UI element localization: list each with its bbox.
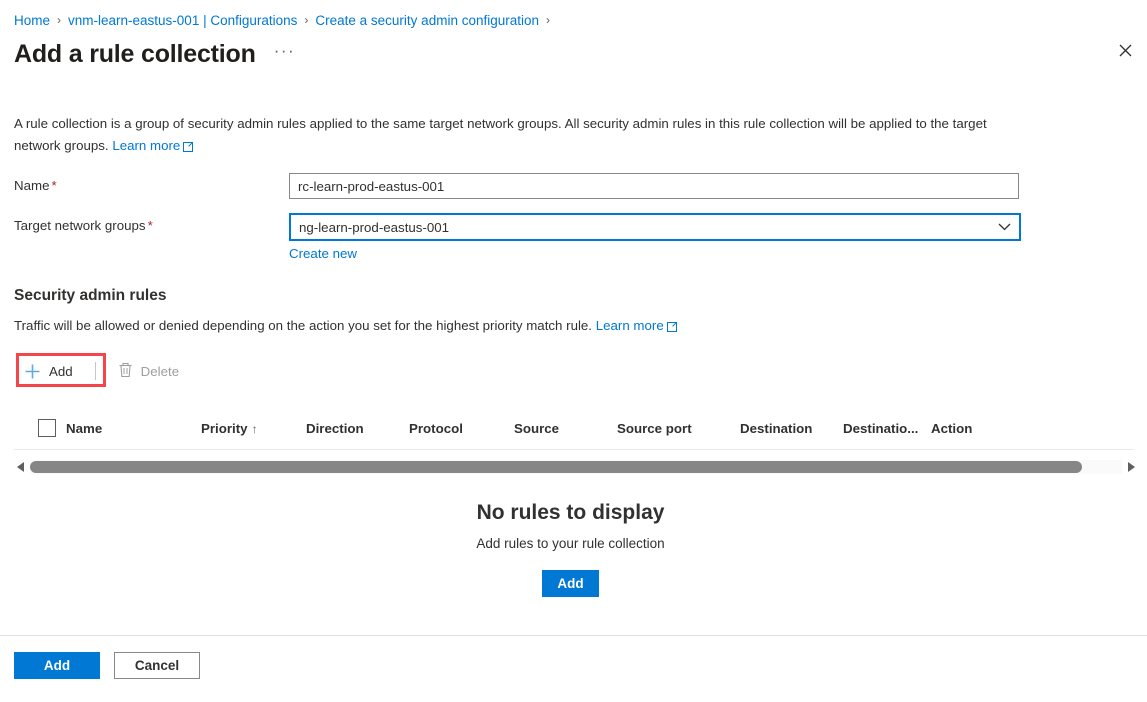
select-all-cell <box>14 419 66 437</box>
empty-state-add-button[interactable]: Add <box>542 570 599 597</box>
breadcrumb-item-configurations[interactable]: vnm-learn-eastus-001 | Configurations <box>68 13 297 28</box>
breadcrumb-item-create-security-admin-configuration[interactable]: Create a security admin configuration <box>315 13 539 28</box>
delete-rule-button-label: Delete <box>140 363 180 379</box>
table-horizontal-scrollbar[interactable] <box>14 459 1138 475</box>
security-admin-rules-description: Traffic will be allowed or denied depend… <box>14 318 1147 335</box>
column-header-destination-port[interactable]: Destinatio... <box>843 421 931 436</box>
footer-add-button[interactable]: Add <box>14 652 100 679</box>
name-label-text: Name <box>14 178 50 193</box>
close-button[interactable] <box>1109 36 1141 68</box>
target-network-groups-label-text: Target network groups <box>14 218 146 233</box>
page-title: Add a rule collection <box>14 40 256 68</box>
target-network-groups-value: ng-learn-prod-eastus-001 <box>299 219 450 235</box>
breadcrumb-separator: › <box>304 13 309 27</box>
required-asterisk: * <box>51 178 57 193</box>
column-header-name[interactable]: Name <box>66 421 201 436</box>
column-header-source[interactable]: Source <box>514 421 617 436</box>
name-label: Name * <box>14 173 289 193</box>
empty-state-title: No rules to display <box>476 501 665 524</box>
page-description: A rule collection is a group of security… <box>14 113 1006 159</box>
form-row-name: Name * <box>14 173 1147 199</box>
scrollbar-track[interactable] <box>30 460 1122 474</box>
column-header-source-port[interactable]: Source port <box>617 421 740 436</box>
external-link-icon <box>183 137 194 159</box>
target-network-groups-label: Target network groups * <box>14 213 289 233</box>
footer-cancel-button[interactable]: Cancel <box>114 652 200 679</box>
column-header-destination[interactable]: Destination <box>740 421 843 436</box>
column-header-priority[interactable]: Priority ↑ <box>201 421 306 436</box>
external-link-icon <box>666 320 678 335</box>
column-header-action[interactable]: Action <box>931 421 1011 436</box>
name-input[interactable] <box>289 173 1019 199</box>
breadcrumb: Home › vnm-learn-eastus-001 | Configurat… <box>0 0 1147 30</box>
footer-actions: Add Cancel <box>14 652 200 679</box>
table-header-row: Name Priority ↑ Direction Protocol Source… <box>14 411 1134 450</box>
security-admin-rules-description-text: Traffic will be allowed or denied depend… <box>14 318 593 333</box>
add-rule-button[interactable]: Add <box>14 356 83 386</box>
add-rule-button-label: Add <box>49 363 73 379</box>
command-bar-separator <box>94 362 96 380</box>
scroll-left-arrow-icon[interactable] <box>14 462 28 472</box>
empty-state-subtitle: Add rules to your rule collection <box>476 536 665 551</box>
breadcrumb-separator: › <box>57 13 62 27</box>
more-options-icon[interactable]: ··· <box>274 42 295 64</box>
column-header-priority-label: Priority <box>201 420 248 436</box>
title-row: Add a rule collection ··· <box>0 30 1147 69</box>
create-new-row: Create new <box>289 246 1147 261</box>
chevron-down-icon <box>998 223 1011 231</box>
scroll-right-arrow-icon[interactable] <box>1124 462 1138 472</box>
security-admin-rules-heading: Security admin rules <box>14 287 167 304</box>
empty-state: No rules to display Add rules to your ru… <box>0 501 1147 597</box>
column-header-protocol[interactable]: Protocol <box>409 421 514 436</box>
close-icon <box>1119 44 1132 60</box>
delete-rule-button[interactable]: Delete <box>108 356 189 386</box>
required-asterisk: * <box>147 218 153 233</box>
form-row-target-network-groups: Target network groups * ng-learn-prod-eas… <box>14 213 1147 241</box>
breadcrumb-item-home[interactable]: Home <box>14 13 50 28</box>
rules-table: Name Priority ↑ Direction Protocol Source… <box>14 411 1134 450</box>
footer-divider <box>0 635 1147 636</box>
column-header-direction[interactable]: Direction <box>306 421 409 436</box>
create-new-link[interactable]: Create new <box>289 246 357 261</box>
scrollbar-thumb[interactable] <box>30 461 1082 473</box>
rules-command-bar: Add Delete <box>14 353 1147 387</box>
trash-icon <box>118 362 133 381</box>
breadcrumb-separator: › <box>546 13 551 27</box>
select-all-checkbox[interactable] <box>38 419 56 437</box>
plus-icon <box>24 363 41 380</box>
learn-more-link-rules[interactable]: Learn more <box>596 318 664 333</box>
learn-more-link-description[interactable]: Learn more <box>112 138 180 153</box>
sort-ascending-icon: ↑ <box>251 421 258 436</box>
target-network-groups-dropdown[interactable]: ng-learn-prod-eastus-001 <box>289 213 1021 241</box>
